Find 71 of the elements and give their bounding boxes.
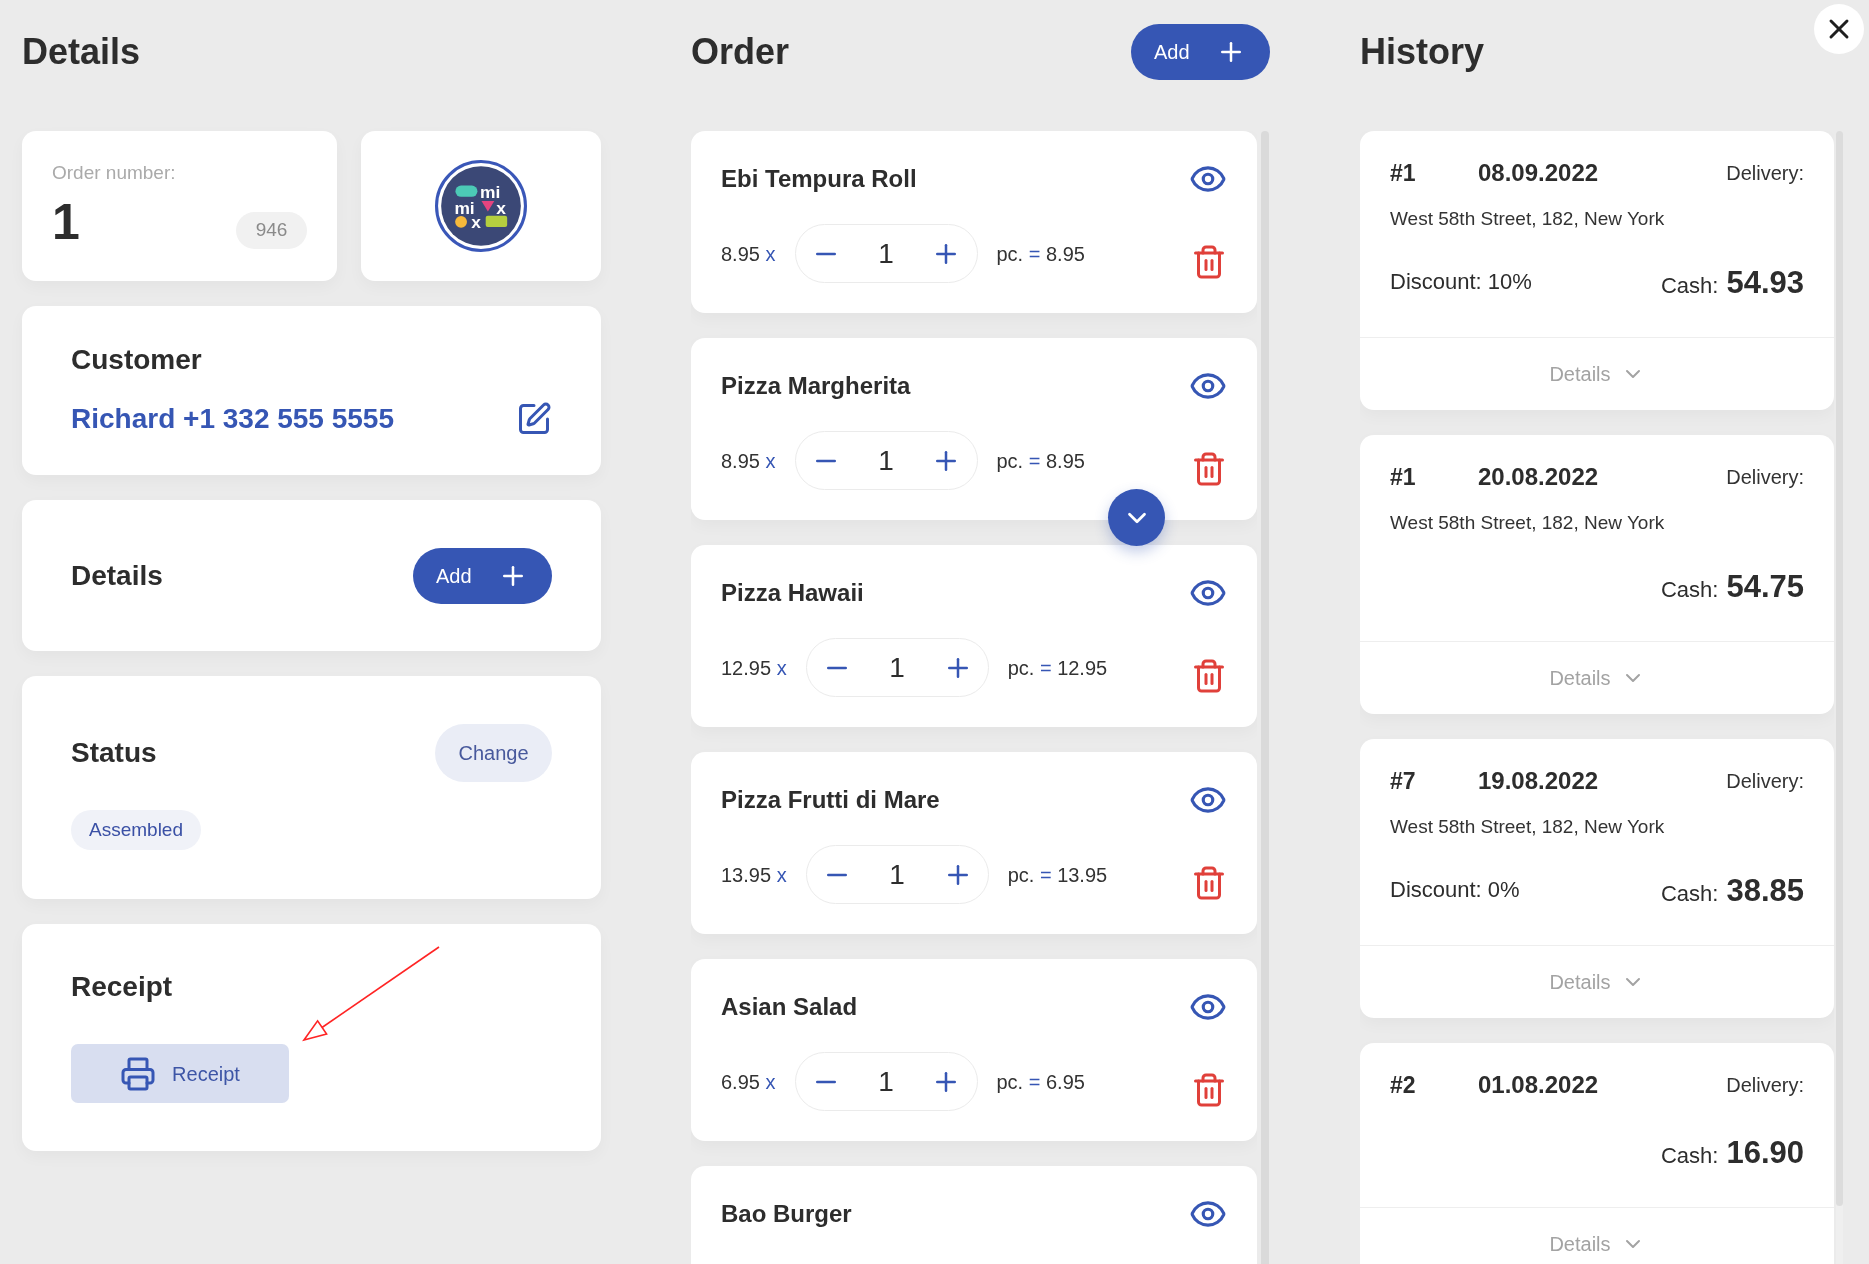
add-button[interactable]: Add [413,547,552,604]
unit-price: 12.95 x [721,655,787,681]
line-total: pc. = 8.95 [996,241,1085,267]
line-total: pc. = 8.95 [996,448,1085,474]
discount: Discount: 0% [1390,876,1520,904]
trash-icon[interactable] [1191,451,1227,487]
order-date: 19.08.2022 [1478,766,1599,796]
delivery-address: West 58th Street, 182, New York [1390,207,1665,231]
order-number: #7 [1390,766,1417,796]
delivery-address: West 58th Street, 182, New York [1390,511,1665,535]
cash-amount: 54.93 [1726,263,1804,302]
trash-icon[interactable] [1191,1072,1227,1108]
delivery-address: West 58th Street, 182, New York [1390,815,1665,839]
trash-icon[interactable] [1191,865,1227,901]
order-code-badge: 946 [236,211,307,249]
order-date: 20.08.2022 [1478,462,1599,492]
brand-logo: mi mi x x [435,160,527,252]
trash-icon[interactable] [1191,244,1227,280]
edit-icon[interactable] [516,401,552,437]
printer-icon [120,1055,157,1092]
card-title: Customer [71,343,202,377]
order-number-label: Order number: [52,161,176,185]
card-title: Status [71,736,157,770]
item-name: Asian Salad [721,992,858,1022]
quantity-value: 1 [889,857,905,892]
change-button[interactable]: Change [435,724,552,782]
status-badge: Assembled [71,810,201,850]
item-name: Pizza Hawaii [721,578,864,608]
order-number: #2 [1390,1070,1417,1100]
receipt-button[interactable]: Receipt [71,1044,289,1103]
item-name: Pizza Frutti di Mare [721,785,940,815]
order-number: #1 [1390,462,1417,492]
order-type: Delivery: [1726,1073,1804,1098]
item-name: Bao Burger [721,1199,852,1229]
quantity-value: 1 [878,443,894,478]
line-total: pc. = 12.95 [1007,655,1108,681]
quantity-value: 1 [878,1064,894,1099]
column-title: Details [22,30,141,74]
line-total: pc. = 13.95 [1007,862,1108,888]
unit-price: 6.95 x [721,1069,776,1095]
cash-amount: 38.85 [1726,871,1804,910]
order-date: 01.08.2022 [1478,1070,1599,1100]
item-name: Pizza Margherita [721,371,911,401]
cash-amount: 16.90 [1726,1133,1804,1172]
order-type: Delivery: [1726,161,1804,186]
quantity-value: 1 [878,236,894,271]
discount: Discount: 10% [1390,268,1532,296]
cash-label: Cash: [1660,575,1719,604]
order-number-value: 1 [52,197,80,247]
customer-contact: Richard +1 332 555 5555 [71,402,394,436]
unit-price: 13.95 x [721,862,787,888]
unit-price: 8.95 x [721,241,776,267]
add-button[interactable]: Add [1131,24,1270,80]
cash-amount: 54.75 [1726,567,1804,606]
order-type: Delivery: [1726,465,1804,490]
cash-label: Cash: [1660,271,1719,300]
order-date: 08.09.2022 [1478,158,1599,188]
order-number: #1 [1390,158,1417,188]
line-total: pc. = 6.95 [996,1069,1085,1095]
cash-label: Cash: [1660,1141,1719,1170]
close-button[interactable] [1814,4,1864,54]
column-title: History [1360,30,1485,74]
item-name: Ebi Tempura Roll [721,164,917,194]
order-type: Delivery: [1726,769,1804,794]
trash-icon[interactable] [1191,658,1227,694]
unit-price: 8.95 x [721,448,776,474]
column-title: Order [691,30,790,74]
card-title: Receipt [71,970,173,1004]
cash-label: Cash: [1660,879,1719,908]
card-title: Details [71,558,163,593]
quantity-value: 1 [889,650,905,685]
